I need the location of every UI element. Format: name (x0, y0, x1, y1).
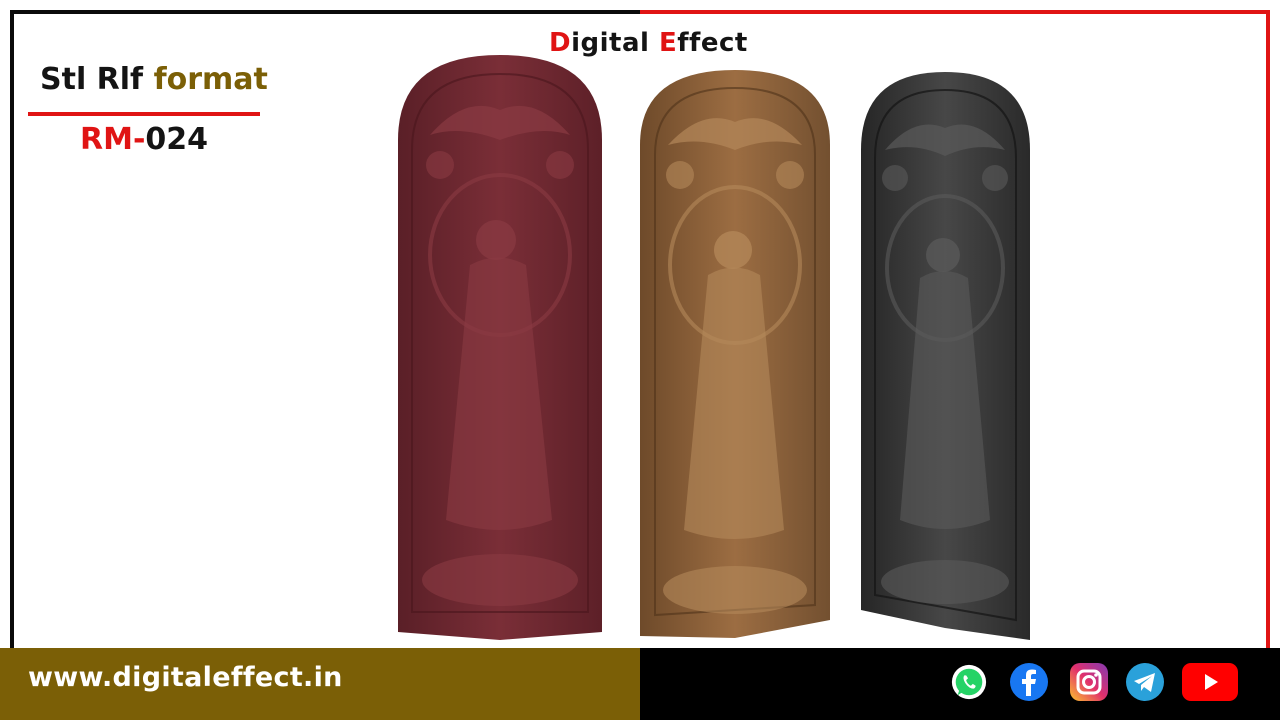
facebook-icon[interactable] (1008, 662, 1050, 702)
whatsapp-icon[interactable] (949, 662, 989, 702)
telegram-icon[interactable] (1124, 662, 1166, 702)
maroon-relief-panel (398, 55, 602, 640)
relief-panels-image (398, 55, 1030, 640)
black-relief-panel (861, 72, 1030, 640)
instagram-icon[interactable] (1068, 662, 1110, 702)
youtube-icon[interactable] (1180, 662, 1240, 702)
website-link[interactable]: www.digitaleffect.in (28, 662, 343, 693)
wood-relief-panel (640, 70, 830, 638)
